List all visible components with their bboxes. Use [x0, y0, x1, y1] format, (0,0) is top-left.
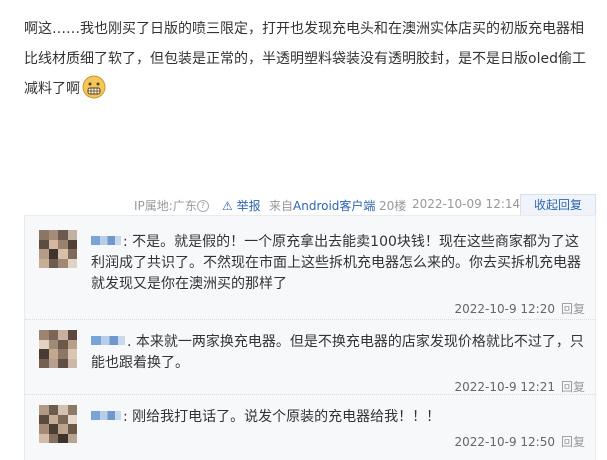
reply-button[interactable]: 回复 [561, 380, 585, 394]
avatar[interactable] [39, 230, 77, 268]
android-client-link[interactable]: Android客户端 [293, 199, 375, 213]
reply-button[interactable]: 回复 [561, 435, 585, 449]
reply-time: 2022-10-9 12:20 [454, 302, 555, 316]
collapse-reply-button[interactable]: 收起回复 [520, 194, 596, 215]
reply-content: : 不是。就是假的！一个原充拿出去能卖100块钱！现在这些商家都为了这利润成了共… [91, 234, 581, 292]
reply-button[interactable]: 回复 [561, 302, 585, 316]
reply-meta: 2022-10-9 12:20 回复 [454, 300, 585, 317]
reply-content: : 刚给我打电话了。说发个原装的充电器给我！！！ [91, 407, 587, 428]
post-time: 2022-10-09 12:14 [412, 197, 521, 211]
reply-content: . 本来就一两家换充电器。但是不换充电器的店家发现价格就比不过了，只能也跟着换了… [91, 334, 584, 371]
reply-item: : 不是。就是假的！一个原充拿出去能卖100块钱！现在这些商家都为了这利润成了共… [25, 216, 595, 320]
grimacing-face-icon [82, 75, 106, 99]
warning-icon: ⚠ [222, 199, 233, 213]
avatar[interactable] [39, 405, 77, 443]
reply-time: 2022-10-9 12:21 [454, 380, 555, 394]
username-link[interactable] [91, 411, 121, 420]
reply-meta: 2022-10-9 12:21 回复 [454, 378, 585, 395]
client-source: 来自Android客户端 [269, 199, 376, 213]
reply-item: . 本来就一两家换充电器。但是不换充电器的店家发现价格就比不过了，只能也跟着换了… [25, 320, 595, 395]
ip-location: IP属地:广东 ? [134, 197, 209, 214]
username-link[interactable] [91, 336, 125, 345]
reply-item: : 刚给我打电话了。说发个原装的充电器给我！！！ 2022-10-9 12:50… [25, 395, 595, 460]
reply-meta: 2022-10-9 12:50 回复 [454, 433, 585, 450]
username-link[interactable] [91, 236, 121, 245]
reply-list: : 不是。就是假的！一个原充拿出去能卖100块钱！现在这些商家都为了这利润成了共… [24, 215, 596, 460]
reply-time: 2022-10-9 12:50 [454, 435, 555, 449]
report-link[interactable]: ⚠ 举报 [222, 197, 261, 214]
post-meta-bar: IP属地:广东 ? ⚠ 举报 来自Android客户端 20楼 2022-10-… [0, 194, 607, 215]
avatar[interactable] [39, 330, 77, 368]
floor-number: 20楼 [379, 199, 407, 213]
post-content: 啊这……我也刚买了日版的喷三限定，打开也发现充电头和在澳洲实体店买的初版充电器相… [24, 14, 594, 104]
post-text: 啊这……我也刚买了日版的喷三限定，打开也发现充电头和在澳洲实体店买的初版充电器相… [24, 21, 586, 97]
help-icon[interactable]: ? [196, 200, 209, 212]
